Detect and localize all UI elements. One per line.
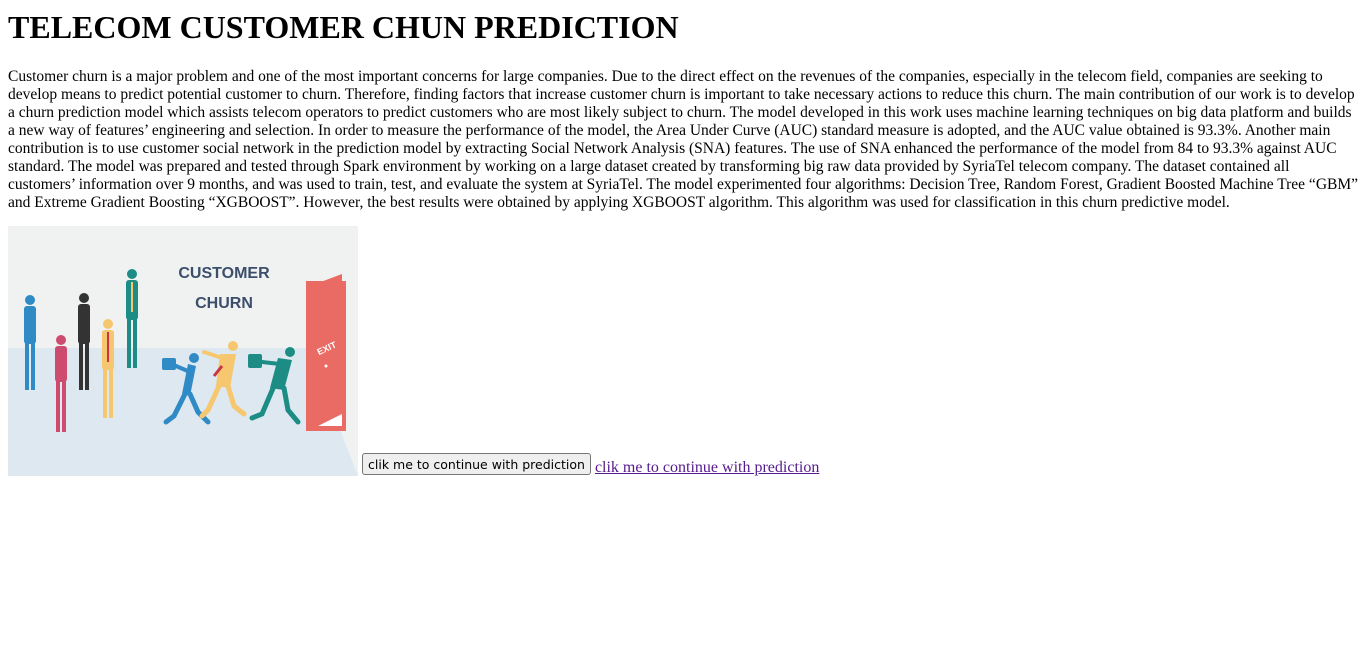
illustration-heading-line2: CHURN — [195, 295, 253, 312]
continue-prediction-link[interactable]: clik me to continue with prediction — [595, 459, 819, 477]
illustration-heading-line1: CUSTOMER — [178, 265, 270, 282]
page-title: TELECOM CUSTOMER CHUN PREDICTION — [8, 9, 679, 45]
continue-prediction-button[interactable]: clik me to continue with prediction — [362, 453, 591, 475]
customer-churn-illustration: CUSTOMER CHURN EXIT — [8, 226, 358, 476]
content-row: CUSTOMER CHURN EXIT clik me to continue … — [8, 226, 1358, 476]
description-paragraph: Customer churn is a major problem and on… — [8, 68, 1359, 211]
exit-door: EXIT — [306, 274, 346, 431]
